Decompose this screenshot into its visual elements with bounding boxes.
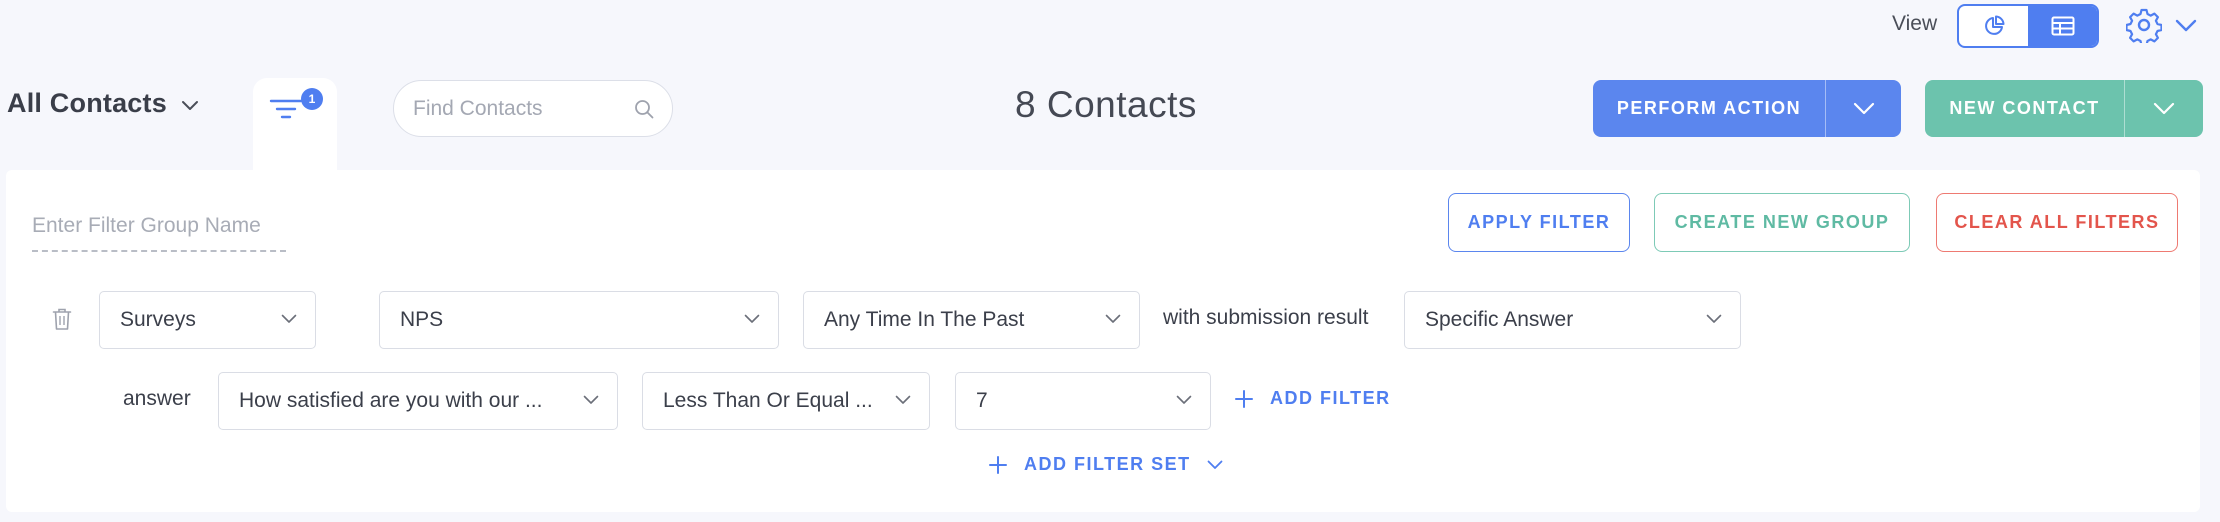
chart-view-button[interactable]	[1959, 6, 2028, 46]
contacts-page: View All Contacts 1 Find Contacts 8 Cont…	[0, 0, 2220, 522]
create-new-group-button[interactable]: CREATE NEW GROUP	[1654, 193, 1910, 252]
question-value: How satisfied are you with our ...	[239, 389, 543, 412]
plus-icon	[1235, 389, 1253, 408]
contact-list-selector[interactable]: All Contacts	[7, 88, 199, 119]
chevron-down-icon	[1176, 395, 1192, 404]
settings-gear-icon[interactable]	[2126, 7, 2162, 43]
chevron-down-icon	[583, 395, 599, 404]
survey-value: NPS	[400, 308, 444, 331]
submission-result-label: with submission result	[1163, 306, 1369, 329]
view-toggle	[1957, 4, 2099, 48]
plus-icon	[989, 455, 1007, 474]
view-label: View	[1892, 12, 1938, 35]
time-range-value: Any Time In The Past	[824, 308, 1025, 331]
filter-lines-icon	[269, 99, 303, 119]
contact-list-name: All Contacts	[7, 88, 167, 118]
settings-chevron-down-icon[interactable]	[2174, 14, 2198, 36]
add-filter-set-button[interactable]: ADD FILTER SET	[988, 454, 1223, 475]
clear-all-filters-button[interactable]: CLEAR ALL FILTERS	[1936, 193, 2178, 252]
contacts-count: 8 Contacts	[1015, 84, 1197, 125]
chevron-down-icon	[1207, 460, 1223, 469]
search-box	[393, 80, 673, 137]
add-filter-set-label: ADD FILTER SET	[1024, 454, 1191, 474]
filter-toggle-tab[interactable]: 1	[253, 78, 337, 170]
new-contact-split-button: NEW CONTACT	[1925, 80, 2203, 137]
operator-select[interactable]: Less Than Or Equal ...	[642, 372, 930, 430]
add-filter-label: ADD FILTER	[1270, 388, 1391, 408]
apply-filter-button[interactable]: APPLY FILTER	[1448, 193, 1630, 252]
new-contact-dropdown-button[interactable]	[2124, 80, 2203, 137]
question-select[interactable]: How satisfied are you with our ...	[218, 372, 618, 430]
answer-value: 7	[976, 389, 988, 412]
chevron-down-icon	[1853, 102, 1874, 114]
filter-source-value: Surveys	[120, 308, 196, 331]
time-range-select[interactable]: Any Time In The Past	[803, 291, 1140, 349]
chevron-down-icon	[181, 100, 198, 110]
perform-action-dropdown-button[interactable]	[1825, 80, 1901, 137]
table-view-button[interactable]	[2028, 6, 2097, 46]
filter-group-name-input[interactable]	[32, 208, 286, 252]
search-icon[interactable]	[634, 99, 654, 119]
chevron-down-icon	[1105, 314, 1121, 323]
answer-label: answer	[123, 387, 191, 410]
filter-panel: APPLY FILTER CREATE NEW GROUP CLEAR ALL …	[6, 170, 2200, 512]
filter-count-badge: 1	[301, 88, 323, 110]
perform-action-split-button: PERFORM ACTION	[1593, 80, 1901, 137]
table-grid-icon	[2051, 16, 2074, 36]
chevron-down-icon	[281, 314, 297, 323]
chevron-down-icon	[1706, 314, 1722, 323]
new-contact-button[interactable]: NEW CONTACT	[1925, 80, 2124, 137]
filter-source-select[interactable]: Surveys	[99, 291, 316, 349]
search-input[interactable]	[413, 96, 623, 121]
submission-result-select[interactable]: Specific Answer	[1404, 291, 1741, 349]
perform-action-button[interactable]: PERFORM ACTION	[1593, 80, 1825, 137]
chevron-down-icon	[2153, 102, 2175, 114]
survey-select[interactable]: NPS	[379, 291, 779, 349]
add-filter-button[interactable]: ADD FILTER	[1234, 388, 1391, 409]
operator-value: Less Than Or Equal ...	[663, 389, 873, 412]
pie-chart-icon	[1984, 15, 2004, 35]
trash-icon[interactable]	[52, 307, 72, 331]
chevron-down-icon	[744, 314, 760, 323]
answer-value-select[interactable]: 7	[955, 372, 1211, 430]
chevron-down-icon	[895, 395, 911, 404]
submission-result-value: Specific Answer	[1425, 308, 1574, 331]
